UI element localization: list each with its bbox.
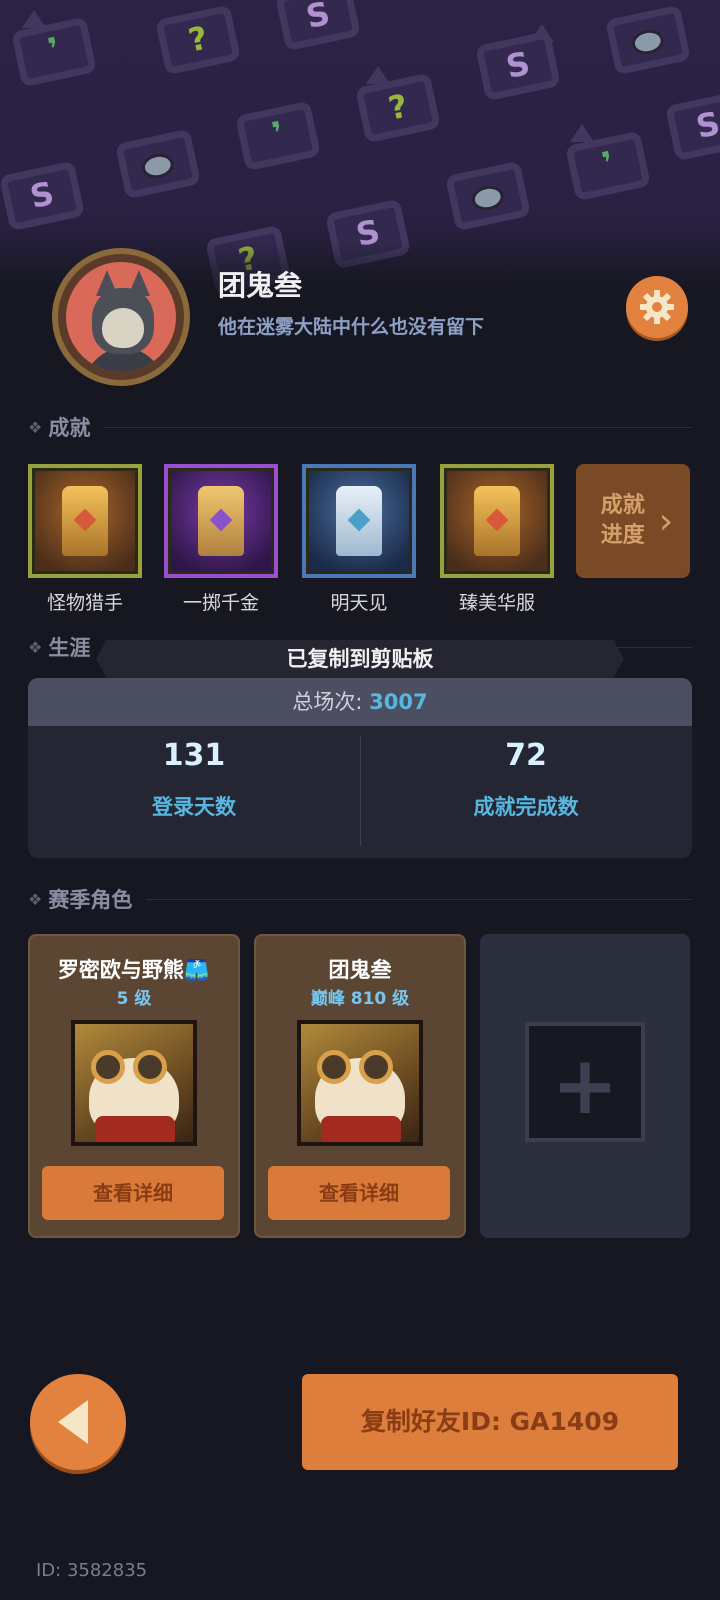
total-matches: 总场次: 3007 bbox=[28, 678, 692, 726]
stat-label: 登录天数 bbox=[152, 795, 236, 819]
copied-toast: 已复制到剪贴板 bbox=[96, 640, 624, 678]
view-details-button[interactable]: 查看详细 bbox=[42, 1166, 224, 1220]
banner-chest-icon bbox=[600, 0, 696, 80]
stat-value: 131 bbox=[162, 738, 226, 773]
settings-button[interactable] bbox=[626, 276, 688, 338]
role-portrait bbox=[297, 1020, 423, 1146]
diamond-icon: ❖ bbox=[28, 637, 43, 657]
role-name: 罗密欧与野熊🩳 bbox=[57, 958, 211, 982]
achievement-badge[interactable] bbox=[28, 464, 142, 578]
role-card: 罗密欧与野熊🩳 5 级 查看详细 bbox=[28, 934, 240, 1238]
total-matches-value: 3007 bbox=[369, 690, 428, 714]
role-level: 巅峰 810 级 bbox=[310, 989, 410, 1009]
banner-chest-icon bbox=[440, 150, 536, 236]
stat-achievements-done: 72 成就完成数 bbox=[360, 738, 692, 821]
achievement-progress-button[interactable]: 成就 进度 › bbox=[576, 464, 690, 578]
banner-chest-icon: S bbox=[0, 150, 90, 236]
achievement-label: 一掷千金 bbox=[182, 592, 259, 614]
role-portrait bbox=[71, 1020, 197, 1146]
banner-chest-icon: S bbox=[270, 0, 366, 56]
copy-friend-id-button[interactable]: 复制好友ID: GA1409 bbox=[302, 1374, 678, 1470]
banner-chest-icon: ❜ bbox=[560, 120, 656, 206]
season-roles-header: ❖ 赛季角色 bbox=[28, 884, 692, 914]
banner-chest-icon: ❜ bbox=[230, 90, 326, 176]
role-level: 5 级 bbox=[116, 989, 152, 1009]
achievement-label: 明天见 bbox=[330, 592, 388, 614]
career-panel: 总场次: 3007 131 登录天数 72 成就完成数 bbox=[28, 678, 692, 858]
role-name: 团鬼叁 bbox=[328, 958, 392, 982]
diamond-icon: ❖ bbox=[28, 889, 43, 909]
chevron-right-icon: › bbox=[658, 500, 674, 542]
achievement-badge[interactable] bbox=[164, 464, 278, 578]
stat-value: 72 bbox=[505, 738, 547, 773]
progress-label-line2: 进度 bbox=[600, 523, 645, 548]
banner-chest-icon bbox=[110, 118, 206, 204]
stat-login-days: 131 登录天数 bbox=[28, 738, 360, 821]
banner-chest-icon: ❜ bbox=[6, 6, 102, 92]
avatar[interactable] bbox=[52, 248, 190, 386]
stat-label: 成就完成数 bbox=[473, 795, 579, 819]
total-matches-label: 总场次: bbox=[292, 690, 370, 714]
banner-chest-icon: ? bbox=[150, 0, 246, 80]
progress-label-line1: 成就 bbox=[600, 493, 645, 518]
achievements-header: ❖ 成就 bbox=[28, 412, 692, 442]
banner-chest-icon: S bbox=[660, 80, 720, 166]
player-bio: 他在迷雾大陆中什么也没有留下 bbox=[218, 316, 485, 338]
banner-chest-icon: ? bbox=[350, 62, 446, 148]
diamond-icon: ❖ bbox=[28, 417, 43, 437]
achievement-label: 臻美华服 bbox=[458, 592, 535, 614]
back-arrow-icon bbox=[58, 1400, 88, 1444]
achievement-badge[interactable] bbox=[302, 464, 416, 578]
career-title: 生涯 bbox=[48, 636, 91, 660]
achievement-badge[interactable] bbox=[440, 464, 554, 578]
plus-icon: + bbox=[551, 1039, 619, 1132]
achievement-label: 怪物猎手 bbox=[46, 592, 123, 614]
back-button[interactable] bbox=[30, 1374, 126, 1470]
gear-icon bbox=[640, 290, 674, 324]
player-name: 团鬼叁 bbox=[218, 269, 303, 302]
banner-chest-icon: S bbox=[470, 20, 566, 106]
achievements-title: 成就 bbox=[48, 416, 91, 440]
user-id: ID: 3582835 bbox=[36, 1560, 148, 1581]
season-roles-title: 赛季角色 bbox=[48, 888, 133, 912]
role-card: 团鬼叁 巅峰 810 级 查看详细 bbox=[254, 934, 466, 1238]
add-role-slot[interactable]: + bbox=[480, 934, 690, 1238]
view-details-button[interactable]: 查看详细 bbox=[268, 1166, 450, 1220]
